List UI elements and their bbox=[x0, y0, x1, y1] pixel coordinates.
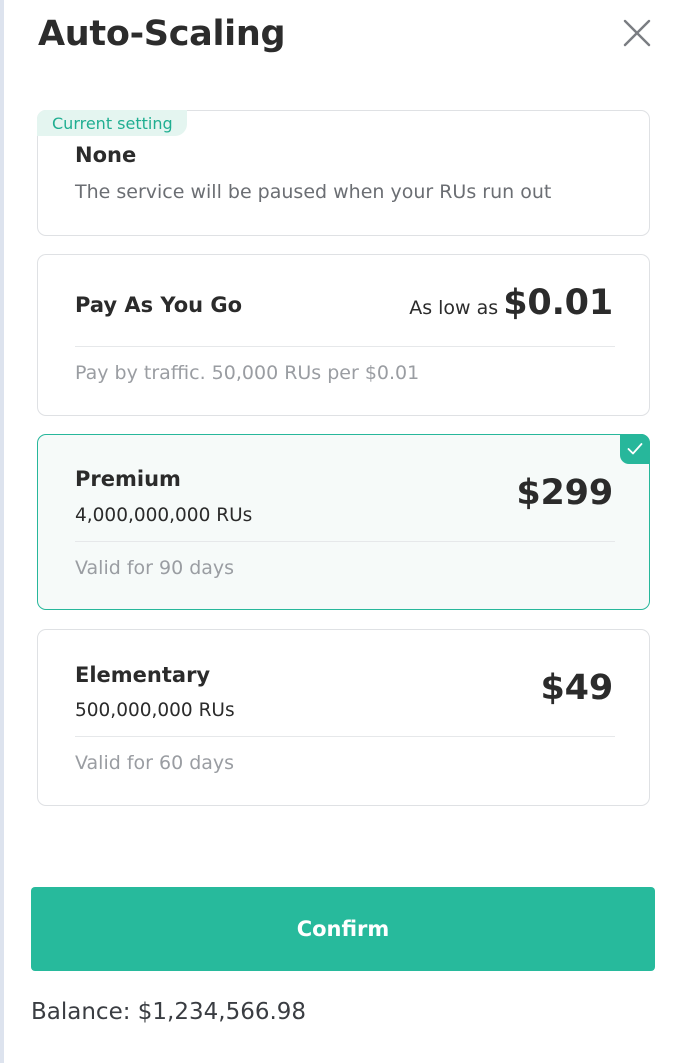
plan-price: As low as $0.01 bbox=[409, 283, 613, 323]
selected-indicator bbox=[620, 434, 650, 464]
checkmark-icon bbox=[627, 443, 643, 455]
price-value: $299 bbox=[516, 473, 613, 513]
plan-option-none[interactable]: Current setting None The service will be… bbox=[37, 110, 650, 236]
plan-price: $299 bbox=[516, 473, 613, 513]
account-balance: Balance: $1,234,566.98 bbox=[31, 999, 307, 1025]
plan-price: $49 bbox=[540, 668, 614, 708]
plan-note: Pay by traffic. 50,000 RUs per $0.01 bbox=[75, 362, 420, 384]
plan-name: Elementary bbox=[75, 663, 211, 687]
divider bbox=[75, 736, 615, 737]
current-setting-badge: Current setting bbox=[37, 110, 187, 136]
plan-name: Premium bbox=[75, 467, 181, 491]
close-icon bbox=[623, 19, 651, 47]
plan-option-premium[interactable]: Premium 4,000,000,000 RUs $299 Valid for… bbox=[37, 434, 650, 610]
plan-name: None bbox=[75, 143, 137, 167]
plan-validity: Valid for 90 days bbox=[75, 557, 235, 579]
backdrop-edge bbox=[0, 0, 4, 1063]
plan-name: Pay As You Go bbox=[75, 293, 243, 317]
price-value: $49 bbox=[540, 668, 614, 708]
plan-validity: Valid for 60 days bbox=[75, 752, 235, 774]
divider bbox=[75, 541, 615, 542]
plan-rus: 4,000,000,000 RUs bbox=[75, 505, 253, 526]
dialog-title: Auto-Scaling bbox=[38, 14, 286, 54]
plan-rus: 500,000,000 RUs bbox=[75, 700, 235, 721]
confirm-button[interactable]: Confirm bbox=[31, 887, 655, 971]
plan-description: The service will be paused when your RUs… bbox=[75, 181, 552, 203]
divider bbox=[75, 346, 615, 347]
close-button[interactable] bbox=[618, 14, 656, 52]
auto-scaling-dialog: Auto-Scaling Current setting None The se… bbox=[0, 0, 678, 1063]
plan-option-pay-as-you-go[interactable]: Pay As You Go As low as $0.01 Pay by tra… bbox=[37, 254, 650, 416]
price-prefix: As low as bbox=[409, 297, 499, 319]
plan-option-elementary[interactable]: Elementary 500,000,000 RUs $49 Valid for… bbox=[37, 629, 650, 806]
price-value: $0.01 bbox=[503, 283, 613, 323]
